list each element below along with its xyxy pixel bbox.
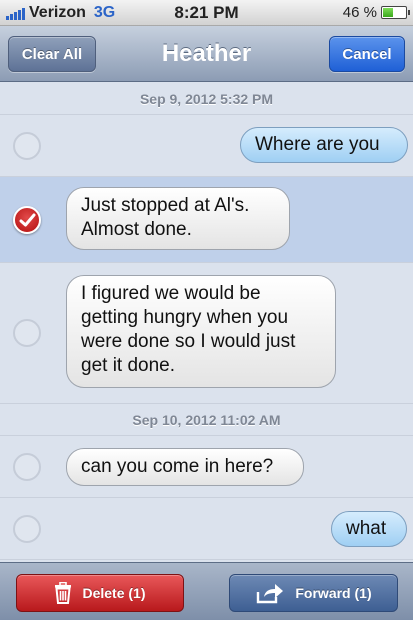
page-title: Heather bbox=[161, 39, 252, 67]
message-thread[interactable]: Sep 9, 2012 5:32 PM Where are you Just s… bbox=[0, 83, 413, 562]
forward-arrow-icon bbox=[257, 584, 284, 604]
cancel-button[interactable]: Cancel bbox=[329, 36, 405, 72]
checkmark-icon[interactable] bbox=[13, 206, 41, 234]
incoming-message-bubble[interactable]: Just stopped at Al's. Almost done. bbox=[66, 187, 290, 250]
bottom-toolbar: Delete (1) Forward (1) bbox=[0, 562, 413, 620]
select-circle[interactable] bbox=[13, 515, 41, 543]
network-type: 3G bbox=[93, 3, 116, 21]
incoming-message-bubble[interactable]: can you come in here? bbox=[66, 448, 304, 486]
navigation-bar: Clear All Heather Cancel bbox=[0, 26, 413, 82]
select-circle[interactable] bbox=[13, 132, 41, 160]
select-circle[interactable] bbox=[13, 453, 41, 481]
outgoing-message-bubble[interactable]: what bbox=[331, 511, 407, 547]
forward-label: Forward (1) bbox=[295, 585, 372, 601]
outgoing-message-bubble[interactable]: Where are you bbox=[240, 127, 408, 163]
select-circle[interactable] bbox=[13, 319, 41, 347]
battery-percent: 46 % bbox=[342, 4, 377, 21]
message-row[interactable]: I figured we would be getting hungry whe… bbox=[0, 263, 413, 404]
timestamp: Sep 10, 2012 11:02 AM bbox=[0, 404, 413, 436]
status-bar: Verizon 3G 8:21 PM 46 % bbox=[0, 0, 413, 26]
signal-bars-icon bbox=[6, 6, 25, 20]
delete-label: Delete (1) bbox=[82, 585, 146, 601]
message-row-selected[interactable]: Just stopped at Al's. Almost done. bbox=[0, 177, 413, 263]
delete-button[interactable]: Delete (1) bbox=[16, 574, 184, 612]
clear-all-button[interactable]: Clear All bbox=[8, 36, 96, 72]
message-row[interactable]: can you come in here? bbox=[0, 436, 413, 498]
message-row[interactable]: Where are you bbox=[0, 115, 413, 177]
trash-icon bbox=[55, 582, 72, 604]
incoming-message-bubble[interactable]: I figured we would be getting hungry whe… bbox=[66, 275, 336, 388]
carrier-name: Verizon bbox=[29, 3, 86, 21]
battery-status: 46 % bbox=[342, 4, 410, 21]
battery-icon bbox=[381, 6, 410, 19]
forward-button[interactable]: Forward (1) bbox=[229, 574, 398, 612]
timestamp: Sep 9, 2012 5:32 PM bbox=[0, 83, 413, 115]
battery-fill bbox=[383, 8, 394, 17]
message-row[interactable]: what bbox=[0, 498, 413, 560]
